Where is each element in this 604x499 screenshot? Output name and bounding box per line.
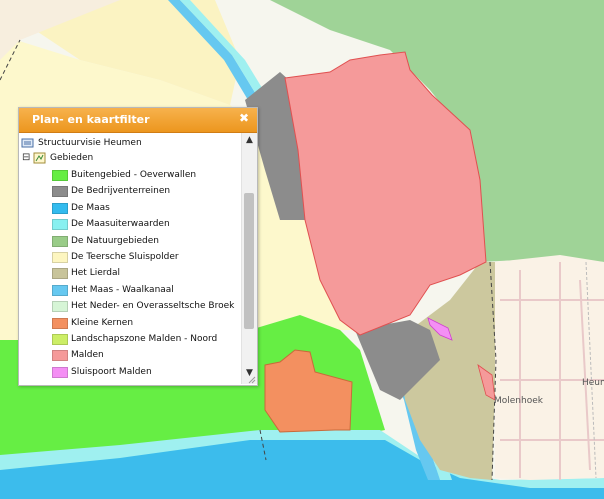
legend-swatch	[52, 334, 68, 345]
legend-label: Kleine Kernen	[71, 317, 134, 328]
legend-item[interactable]: De Natuurgebieden	[21, 234, 241, 248]
legend-item[interactable]: Het Lierdal	[21, 266, 241, 280]
legend-swatch	[52, 301, 68, 313]
scroll-thumb[interactable]	[244, 193, 254, 329]
close-icon[interactable]: ✖	[239, 111, 249, 125]
legend-item[interactable]: Buitengebied - Oeverwallen	[21, 168, 241, 182]
legend-label: De Bedrijventerreinen	[71, 186, 171, 197]
legend-label: De Natuurgebieden	[71, 235, 160, 246]
legend-swatch	[52, 186, 68, 198]
legend-swatch	[52, 235, 68, 247]
legend-label: De Maas	[71, 202, 110, 213]
legend-item[interactable]: De Maasuiterwaarden	[21, 217, 241, 231]
legend-label: Buitengebied - Oeverwallen	[71, 170, 197, 180]
legend-item[interactable]: Sluispoort Malden	[21, 365, 241, 379]
map-layers-icon	[21, 138, 34, 148]
tree-root-label: Structuurvisie Heumen	[38, 138, 142, 148]
panel-header[interactable]: Plan- en kaartfilter ✖	[19, 108, 257, 133]
scroll-up-icon[interactable]: ▲	[242, 135, 257, 145]
legend-swatch	[52, 202, 68, 214]
legend-item[interactable]: Landschapszone Malden - Noord	[21, 332, 241, 346]
legend-swatch	[52, 366, 68, 378]
legend-swatch	[52, 170, 68, 181]
layer-tree: Structuurvisie Heumen ⊟ Gebieden Buiteng…	[19, 133, 241, 384]
legend-label: Het Maas - Waalkanaal	[71, 284, 174, 295]
legend-item[interactable]: Kleine Kernen	[21, 316, 241, 330]
legend-label: Het Neder- en Overasseltsche Broek	[71, 301, 235, 312]
legend-label: De Maasuiterwaarden	[71, 219, 170, 230]
plan-filter-panel: Plan- en kaartfilter ✖ Structuurvisie He…	[18, 107, 258, 386]
layer-group-icon	[33, 152, 46, 164]
collapse-toggle-icon[interactable]: ⊟	[22, 151, 30, 165]
legend-item[interactable]: Het Maas - Waalkanaal	[21, 283, 241, 297]
legend-label: Het Lierdal	[71, 268, 121, 279]
legend-item[interactable]: De Maas	[21, 201, 241, 215]
legend-swatch	[52, 268, 68, 280]
tree-group-gebieden[interactable]: ⊟ Gebieden	[21, 151, 241, 165]
place-label-molenhoek: Molenhoek	[494, 396, 543, 406]
tree-group-label: Gebieden	[50, 153, 94, 163]
legend-label: De Teersche Sluispolder	[71, 252, 179, 262]
place-label-heum: Heum	[582, 378, 604, 388]
legend-swatch	[52, 252, 68, 263]
resize-grip-icon[interactable]	[248, 376, 256, 384]
legend-item[interactable]: De Bedrijventerreinen	[21, 184, 241, 198]
legend-swatch	[52, 317, 68, 329]
legend-scrollbar[interactable]: ▲ ▼	[241, 133, 257, 384]
tree-root-item[interactable]: Structuurvisie Heumen	[21, 136, 241, 150]
legend-swatch	[52, 219, 68, 231]
legend-label: Landschapszone Malden - Noord	[71, 334, 218, 344]
legend-item[interactable]: Malden	[21, 348, 241, 362]
legend-item[interactable]: Het Neder- en Overasseltsche Broek	[21, 299, 241, 313]
legend-item[interactable]: De Teersche Sluispolder	[21, 250, 241, 264]
panel-title: Plan- en kaartfilter	[32, 113, 150, 126]
legend-label: Malden	[71, 350, 104, 361]
legend-label: Sluispoort Malden	[71, 366, 152, 377]
legend-swatch	[52, 350, 68, 362]
legend-swatch	[52, 284, 68, 296]
